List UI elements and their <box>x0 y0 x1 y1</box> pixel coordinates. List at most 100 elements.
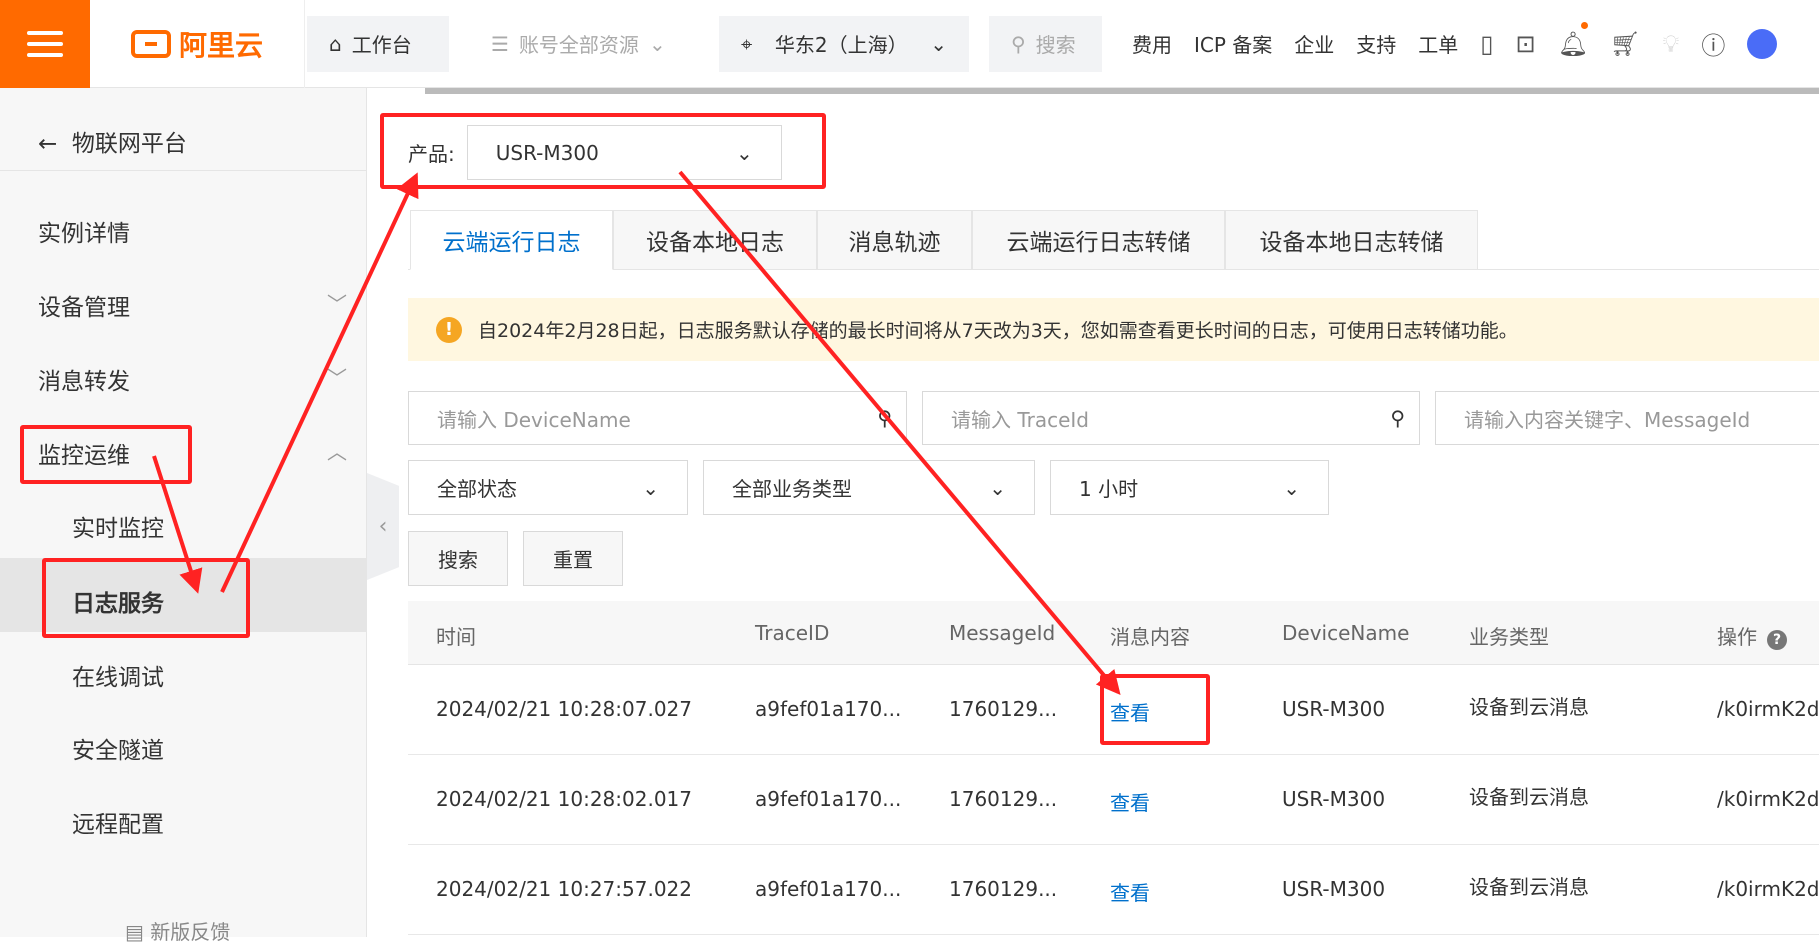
sidebar-item-tunnel[interactable]: 安全隧道 <box>72 731 164 765</box>
terminal-icon[interactable]: ⊡ <box>1516 30 1536 58</box>
status-value: 全部状态 <box>437 477 517 501</box>
bell-icon[interactable]: 🔔︎ <box>1558 21 1589 58</box>
sidebar-item-label: 消息转发 <box>38 369 130 395</box>
link-fees[interactable]: 费用 <box>1132 29 1172 58</box>
link-ticket[interactable]: 工单 <box>1418 29 1458 58</box>
time-value: 1 小时 <box>1079 477 1139 501</box>
feedback-icon: ▤ <box>125 920 144 944</box>
home-icon: ⌂ <box>329 31 342 56</box>
col-operation: 操作? <box>1717 621 1787 650</box>
col-operation-label: 操作 <box>1717 625 1757 649</box>
cell-traceid: a9fef01a170... <box>755 697 902 721</box>
top-bar: 阿里云 ⌂ 工作台 ☰ 账号全部资源 ⌄ ⌖ 华东2（上海） ⌄ ⚲ 搜索 费用 ICP 备… <box>0 0 1819 88</box>
chevron-down-icon: ⌄ <box>1283 475 1300 500</box>
workbench-button[interactable]: ⌂ 工作台 <box>307 15 449 72</box>
cart-icon[interactable]: 🛒︎ <box>1610 30 1640 58</box>
cell-operation: /k0irmK2d... <box>1717 787 1819 811</box>
col-content: 消息内容 <box>1110 625 1190 649</box>
logo-icon <box>130 29 171 58</box>
biz-type-dropdown[interactable]: 全部业务类型 ⌄ <box>703 460 1035 515</box>
search-icon[interactable]: ⚲ <box>877 406 892 430</box>
link-icp[interactable]: ICP 备案 <box>1194 29 1272 58</box>
chevron-down-icon: ⌄ <box>989 475 1006 500</box>
cell-time: 2024/02/21 10:28:07.027 <box>436 697 692 721</box>
annotation-box-monitoring <box>20 425 192 484</box>
view-content-link[interactable]: 查看 <box>1110 787 1150 816</box>
cell-messageid: 1760129... <box>949 787 1058 811</box>
cell-devicename: USR-M300 <box>1282 877 1386 901</box>
workbench-label: 工作台 <box>351 33 412 57</box>
region-dropdown[interactable]: ⌖ 华东2（上海） ⌄ <box>719 15 969 72</box>
search-icon[interactable]: ⚲ <box>1390 406 1405 430</box>
chevron-down-icon: ﹀ <box>327 292 347 316</box>
cell-traceid: a9fef01a170... <box>755 787 902 811</box>
placeholder: 请输入 DeviceName <box>437 407 631 432</box>
menu-button[interactable] <box>0 0 90 88</box>
sidebar-item-devices[interactable]: 设备管理 ﹀ <box>38 288 367 322</box>
stack-icon: ☰ <box>491 31 509 56</box>
chevron-down-icon: ﹀ <box>327 366 347 390</box>
tab-device-log-dump[interactable]: 设备本地日志转储 <box>1225 210 1478 270</box>
cell-biztype: 设备到云消息 <box>1469 695 1589 719</box>
annotation-box-logs <box>42 558 250 638</box>
help-icon[interactable]: ? <box>1767 630 1787 650</box>
table-row: 2024/02/21 10:28:02.017 a9fef01a170... 1… <box>408 755 1819 845</box>
cell-operation: /k0irmK2d... <box>1717 697 1819 721</box>
sidebar-item-debug[interactable]: 在线调试 <box>72 658 164 692</box>
view-content-link[interactable]: 查看 <box>1110 877 1150 906</box>
resources-dropdown[interactable]: ☰ 账号全部资源 ⌄ <box>469 16 709 72</box>
cell-messageid: 1760129... <box>949 877 1058 901</box>
table-row: 2024/02/21 10:27:57.022 a9fef01a170... 1… <box>408 845 1819 935</box>
sidebar-item-instance[interactable]: 实例详情 <box>38 214 367 248</box>
sidebar-item-remote-config[interactable]: 远程配置 <box>72 805 164 839</box>
chevron-down-icon: ⌄ <box>648 31 666 56</box>
tab-device-logs[interactable]: 设备本地日志 <box>613 210 817 270</box>
placeholder: 请输入 TraceId <box>951 407 1090 432</box>
tab-message-trace[interactable]: 消息轨迹 <box>817 210 972 270</box>
cell-devicename: USR-M300 <box>1282 787 1386 811</box>
sidebar-item-label: 实例详情 <box>38 221 130 247</box>
tab-cloud-log-dump[interactable]: 云端运行日志转储 <box>972 210 1225 270</box>
annotation-box-product <box>380 113 826 189</box>
time-range-dropdown[interactable]: 1 小时 ⌄ <box>1050 460 1329 515</box>
app-icon[interactable]: ▯ <box>1480 30 1493 58</box>
cell-devicename: USR-M300 <box>1282 697 1386 721</box>
chevron-down-icon: ⌄ <box>930 31 947 56</box>
reset-button[interactable]: 重置 <box>523 531 623 586</box>
lightbulb-icon[interactable]: 💡︎ <box>1663 30 1680 58</box>
feedback-link[interactable]: ▤ 新版反馈 <box>125 916 230 945</box>
search-icon: ⚲ <box>1011 31 1026 56</box>
col-time: 时间 <box>436 625 476 649</box>
horizontal-scrollbar[interactable] <box>425 88 1819 94</box>
sidebar-item-realtime[interactable]: 实时监控 <box>72 509 164 543</box>
avatar[interactable] <box>1747 28 1778 59</box>
trace-id-input[interactable]: 请输入 TraceId ⚲ <box>922 391 1420 445</box>
notice-banner: ! 自2024年2月28日起，日志服务默认存储的最长时间将从7天改为3天，您如需查… <box>408 298 1819 361</box>
content-keyword-input[interactable]: 请输入内容关键字、MessageId <box>1435 391 1819 445</box>
feedback-label: 新版反馈 <box>150 920 231 944</box>
notice-text: 自2024年2月28日起，日志服务默认存储的最长时间将从7天改为3天，您如需查看… <box>478 320 1518 342</box>
cell-time: 2024/02/21 10:27:57.022 <box>436 877 692 901</box>
tab-cloud-logs[interactable]: 云端运行日志 <box>410 210 613 270</box>
col-traceid: TraceID <box>755 621 830 645</box>
device-name-input[interactable]: 请输入 DeviceName ⚲ <box>408 391 907 445</box>
cell-biztype: 设备到云消息 <box>1469 785 1589 809</box>
cell-traceid: a9fef01a170... <box>755 877 902 901</box>
table-header: 时间 TraceID MessageId 消息内容 DeviceName 业务类… <box>408 601 1819 665</box>
sidebar: ← 物联网平台 实例详情 设备管理 ﹀ 消息转发 ﹀ 监控运维 ︿ 实时监控 日志服务… <box>0 88 367 944</box>
link-enterprise[interactable]: 企业 <box>1294 29 1334 58</box>
status-dropdown[interactable]: 全部状态 ⌄ <box>408 460 688 515</box>
sidebar-collapse-handle[interactable]: ‹ <box>367 473 399 580</box>
help-icon[interactable]: ⓘ <box>1701 26 1725 61</box>
col-devicename: DeviceName <box>1282 621 1410 645</box>
logo[interactable]: 阿里云 <box>90 0 305 88</box>
sidebar-item-forwarding[interactable]: 消息转发 ﹀ <box>38 362 367 396</box>
back-link[interactable]: ← 物联网平台 <box>38 124 187 158</box>
search-placeholder: 搜索 <box>1035 33 1076 57</box>
tab-bar: 云端运行日志 设备本地日志 消息轨迹 云端运行日志转储 设备本地日志转储 <box>408 210 1819 270</box>
search-input[interactable]: ⚲ 搜索 <box>989 15 1102 72</box>
chevron-up-icon: ︿ <box>327 440 347 464</box>
link-support[interactable]: 支持 <box>1356 29 1396 58</box>
back-label: 物联网平台 <box>71 131 187 157</box>
search-button[interactable]: 搜索 <box>408 531 508 586</box>
